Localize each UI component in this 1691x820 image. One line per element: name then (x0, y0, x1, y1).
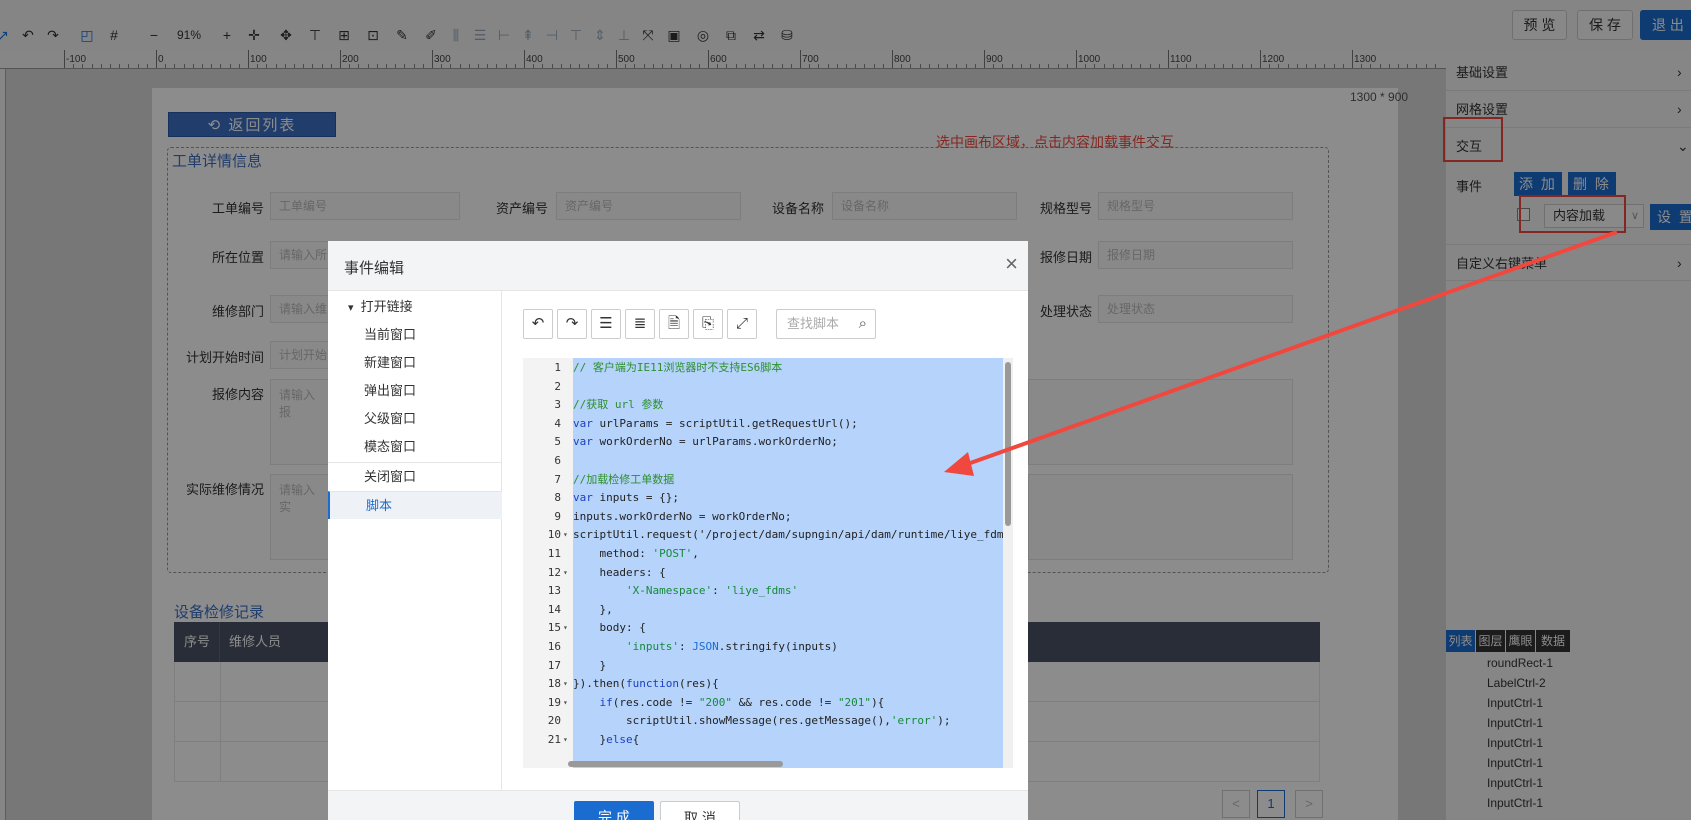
fold-icon[interactable]: ▾ (563, 674, 573, 694)
format-document-icon[interactable]: 🗎 (659, 309, 689, 339)
line-number: 14 (547, 602, 561, 616)
line-number: 9 (554, 509, 561, 523)
code-line: headers: { (573, 565, 666, 579)
confirm-button[interactable]: 完 成 (574, 801, 654, 820)
event-item[interactable]: 关闭窗口 (328, 462, 502, 490)
line-number: 20 (547, 714, 561, 728)
code-editor[interactable]: 1 2 3 4 5 6 7 8 9 10 ▾ 11 12 ▾ 13 14 15 ▾ 16 17 18 ▾ 19 ▾ 20 21 ▾ … (523, 358, 1013, 768)
script-editor-area: ↶ ↷ ☰ ≣ 🗎 ⎘ ⤢ 查找脚本 ⌕ 1 2 3 4 5 6 7 8 9 10 ▾ 11 12 ▾ 13… (503, 291, 1028, 791)
line-number: 4 (554, 416, 561, 430)
code-line: scriptUtil.request('/project/dam/supngin… (573, 528, 1004, 542)
code-line: var urlParams = scriptUtil.getRequestUrl… (573, 416, 858, 430)
line-number: 6 (554, 454, 561, 467)
line-number: 8 (554, 491, 561, 505)
event-item[interactable]: 脚本 (328, 491, 502, 519)
event-item-label: 脚本 (366, 498, 393, 513)
code-line: if(res.code != "200" && res.code != "201… (599, 695, 885, 709)
search-script-input[interactable]: 查找脚本 ⌕ (776, 309, 876, 339)
undo-icon[interactable]: ↶ (523, 309, 553, 339)
event-item[interactable]: 新建窗口 (328, 349, 502, 377)
redo-icon[interactable]: ↷ (557, 309, 587, 339)
line-number: 10 (547, 528, 561, 542)
event-edit-dialog: 事件编辑 × ▾ 打开链接 当前窗口 新建窗口 弹出窗口 父级窗口 模态窗口 关闭窗口 脚本 … (328, 241, 1028, 820)
code-line: method: 'POST', (573, 547, 699, 560)
code-line: var workOrderNo = urlParams.workOrderNo; (573, 435, 838, 449)
caret-down-icon: ▾ (348, 302, 357, 314)
fold-icon[interactable]: ▾ (563, 618, 573, 638)
dialog-header: 事件编辑 × (328, 241, 1028, 291)
code-line: }, (573, 602, 613, 616)
search-placeholder: 查找脚本 (787, 316, 840, 331)
line-number: 15 (547, 621, 561, 635)
code-line: } (573, 658, 607, 672)
code-line: var inputs = {}; (573, 491, 679, 505)
vertical-scroll-thumb[interactable] (1005, 362, 1011, 526)
fullscreen-icon[interactable]: ⤢ (727, 309, 757, 339)
line-number: 21 (547, 733, 561, 746)
event-item-label: 新建窗口 (364, 355, 417, 370)
fold-icon[interactable]: ▾ (563, 563, 573, 583)
event-type-list: ▾ 打开链接当前窗口新建窗口弹出窗口父级窗口模态窗口关闭窗口脚本 (328, 291, 502, 791)
line-number: 13 (547, 584, 561, 598)
event-item-label: 打开链接 (360, 299, 413, 314)
search-icon: ⌕ (858, 315, 867, 332)
code-line: }).then(function(res){ (573, 677, 719, 691)
code-line: //获取 url 参数 (573, 398, 664, 412)
event-item-label: 当前窗口 (364, 327, 417, 342)
align-left-icon[interactable]: ☰ (591, 309, 621, 339)
line-number-gutter: 1 2 3 4 5 6 7 8 9 10 ▾ 11 12 ▾ 13 14 15 ▾ 16 17 18 ▾ 19 ▾ 20 21 ▾ (523, 358, 573, 768)
code-line: // 客户端为IE11浏览器时不支持ES6脚本 (573, 361, 783, 374)
event-item[interactable]: 弹出窗口 (328, 377, 502, 405)
code-line: }else{ (573, 733, 640, 746)
event-item[interactable]: 模态窗口 (328, 433, 502, 461)
code-line: 'X-Namespace': 'liye_fdms' (625, 584, 799, 598)
line-number: 12 (547, 565, 561, 579)
align-right-icon[interactable]: ≣ (625, 309, 655, 339)
code-line: inputs.workOrderNo = workOrderNo; (573, 509, 792, 523)
event-item-label: 模态窗口 (364, 439, 417, 454)
line-number: 16 (547, 640, 561, 653)
copy-document-icon[interactable]: ⎘ (693, 309, 723, 339)
code-line: scriptUtil.showMessage(res.getMessage(),… (573, 714, 951, 728)
line-number: 1 (554, 361, 561, 374)
fold-icon[interactable]: ▾ (563, 730, 573, 750)
dialog-title: 事件编辑 (344, 260, 405, 277)
line-number: 11 (547, 547, 561, 560)
close-icon[interactable]: × (1005, 253, 1018, 275)
line-number: 3 (554, 398, 561, 412)
event-item[interactable]: 当前窗口 (328, 321, 502, 349)
event-item-label: 关闭窗口 (364, 469, 417, 484)
line-number: 17 (547, 658, 561, 672)
line-number: 19 (547, 695, 561, 709)
line-number: 7 (554, 472, 561, 486)
fold-icon[interactable]: ▾ (563, 693, 573, 713)
line-number: 5 (554, 435, 561, 449)
code-line: //加载检修工单数据 (573, 472, 675, 486)
event-item-label: 父级窗口 (364, 411, 417, 426)
event-item-label: 弹出窗口 (364, 383, 417, 398)
code-line: 'inputs': JSON.stringify(inputs) (625, 640, 838, 653)
event-item[interactable]: ▾ 打开链接 (328, 293, 502, 321)
line-number: 18 (547, 677, 561, 691)
event-item[interactable]: 父级窗口 (328, 405, 502, 433)
code-line: body: { (573, 621, 646, 635)
fold-icon[interactable]: ▾ (563, 525, 573, 545)
horizontal-scroll-thumb[interactable] (568, 761, 783, 767)
cancel-button[interactable]: 取 消 (660, 801, 740, 820)
line-number: 2 (554, 379, 561, 393)
